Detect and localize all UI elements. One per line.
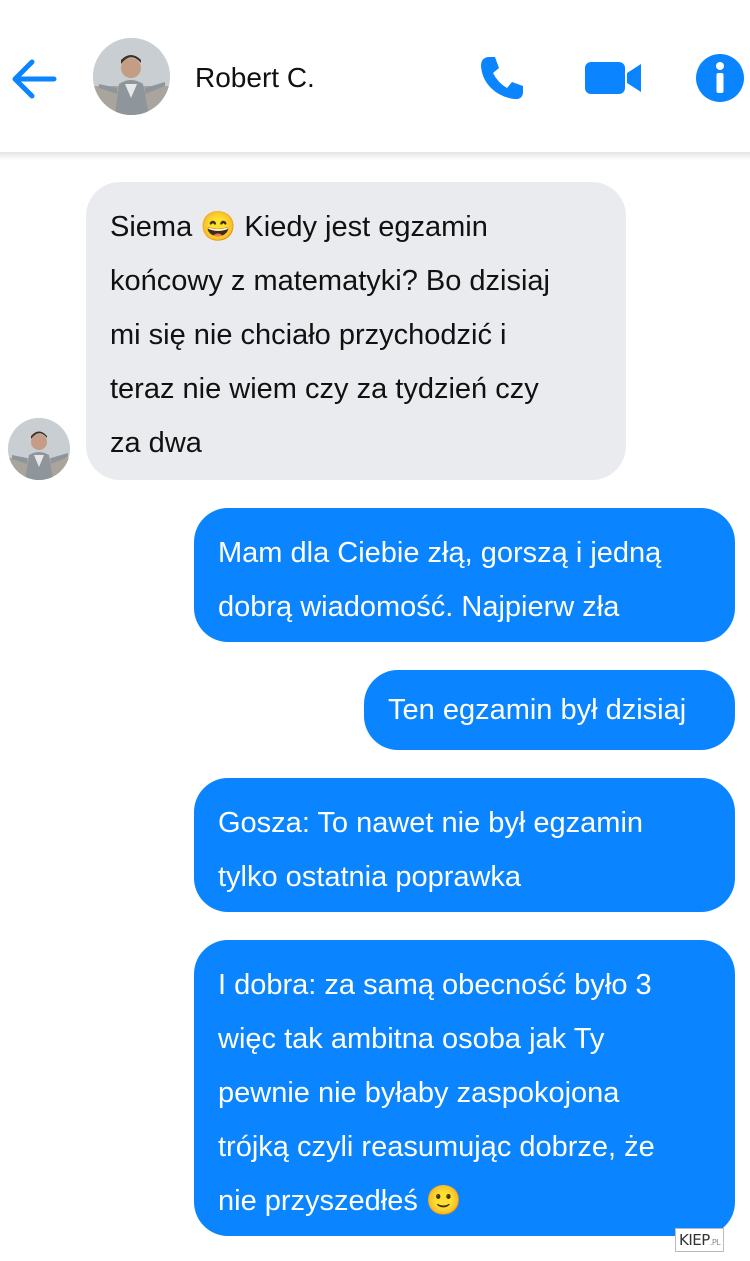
outgoing-message-bubble[interactable]: Ten egzamin był dzisiaj <box>364 670 735 750</box>
sender-avatar[interactable] <box>8 418 70 480</box>
contact-avatar[interactable] <box>93 38 170 115</box>
outgoing-message-bubble[interactable]: I dobra: za samą obecność było 3 więc ta… <box>194 940 735 1236</box>
site-watermark: KIEP.PL <box>675 1228 725 1252</box>
message-list: Siema 😄 Kiedy jest egzamin końcowy z mat… <box>0 160 750 1261</box>
outgoing-message-bubble[interactable]: Mam dla Ciebie złą, gorszą i jedną dobrą… <box>194 508 735 642</box>
incoming-message-bubble[interactable]: Siema 😄 Kiedy jest egzamin końcowy z mat… <box>86 182 626 480</box>
chat-header: Robert C. <box>0 0 750 155</box>
back-arrow-icon[interactable] <box>8 53 60 105</box>
header-divider <box>0 152 750 160</box>
contact-name[interactable]: Robert C. <box>195 60 315 96</box>
phone-icon[interactable] <box>476 52 528 104</box>
outgoing-message-bubble[interactable]: Gosza: To nawet nie był egzamin tylko os… <box>194 778 735 912</box>
info-icon[interactable] <box>694 52 746 104</box>
video-icon[interactable] <box>583 52 643 104</box>
